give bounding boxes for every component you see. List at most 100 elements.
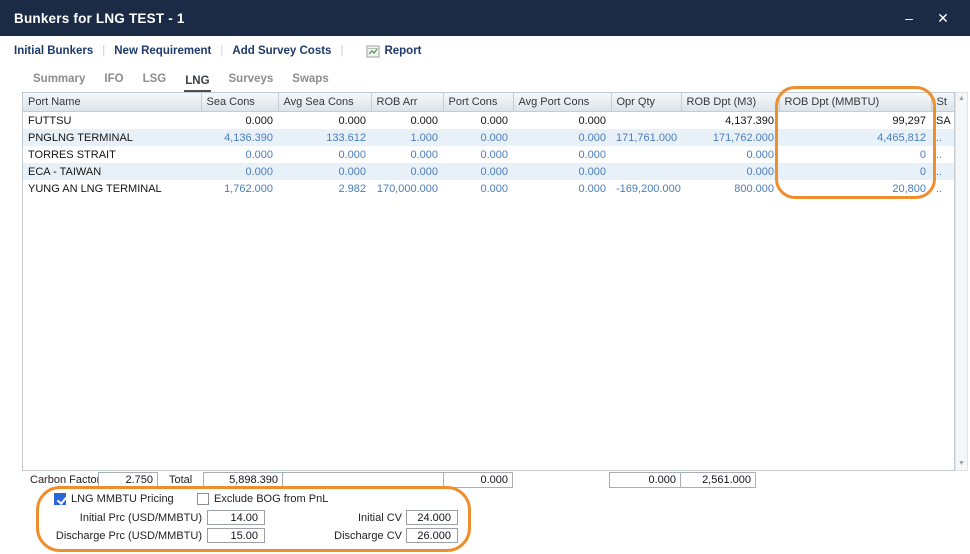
add-survey-costs-button[interactable]: Add Survey Costs xyxy=(232,45,331,57)
tab-lng[interactable]: LNG xyxy=(184,75,210,92)
table-cell[interactable]: 800.000 xyxy=(681,180,779,197)
table-cell[interactable]: 0.000 xyxy=(278,112,371,130)
table-cell[interactable]: 170,000.000 xyxy=(371,180,443,197)
table-cell[interactable]: 0.000 xyxy=(681,163,779,180)
table-cell[interactable]: 4,137.390 xyxy=(681,112,779,130)
toolbar-separator: | xyxy=(220,45,223,57)
table-cell[interactable] xyxy=(611,163,681,180)
carbon-factor-value[interactable]: 2.750 xyxy=(98,472,158,488)
column-header[interactable]: ROB Arr xyxy=(371,93,443,112)
table-row: ECA - TAIWAN0.0000.0000.0000.0000.0000.0… xyxy=(23,163,954,180)
report-label: Report xyxy=(384,45,421,57)
column-header[interactable]: Sea Cons xyxy=(201,93,278,112)
table-cell[interactable]: 0.000 xyxy=(371,146,443,163)
titlebar: Bunkers for LNG TEST - 1 – ✕ xyxy=(0,0,970,36)
table-cell[interactable]: 1.000 xyxy=(371,129,443,146)
tab-swaps[interactable]: Swaps xyxy=(291,73,329,92)
checkbox-icon[interactable] xyxy=(54,493,66,505)
column-header[interactable]: Avg Port Cons xyxy=(513,93,611,112)
column-header[interactable]: ROB Dpt (MMBTU) xyxy=(779,93,931,112)
table-cell[interactable]: PNGLNG TERMINAL xyxy=(23,129,201,146)
initial-cv-field[interactable] xyxy=(406,510,458,525)
column-header[interactable]: ROB Dpt (M3) xyxy=(681,93,779,112)
table-cell[interactable]: 20,800 xyxy=(779,180,931,197)
table-cell[interactable]: 171,762.000 xyxy=(681,129,779,146)
exclude-bog-checkbox[interactable]: Exclude BOG from PnL xyxy=(197,493,328,505)
discharge-prc-field[interactable] xyxy=(207,528,265,543)
table-cell[interactable]: 0.000 xyxy=(201,112,278,130)
close-button[interactable]: ✕ xyxy=(926,0,960,36)
column-header[interactable]: St xyxy=(931,93,954,112)
table-cell[interactable]: 0 xyxy=(779,163,931,180)
column-header[interactable]: Port Cons xyxy=(443,93,513,112)
table-cell[interactable]: 1,762.000 xyxy=(201,180,278,197)
new-requirement-button[interactable]: New Requirement xyxy=(114,45,211,57)
scroll-down-icon[interactable]: ▼ xyxy=(956,458,967,470)
tab-lsg[interactable]: LSG xyxy=(142,73,168,92)
table-cell[interactable]: FUTTSU xyxy=(23,112,201,130)
table-cell[interactable]: 0.000 xyxy=(278,163,371,180)
total-sea-cons-value: 5,898.390 xyxy=(203,472,283,488)
initial-bunkers-button[interactable]: Initial Bunkers xyxy=(14,45,93,57)
tab-ifo[interactable]: IFO xyxy=(103,73,124,92)
table-cell[interactable]: 0.000 xyxy=(513,112,611,130)
table-cell[interactable]: .. xyxy=(931,129,954,146)
tab-surveys[interactable]: Surveys xyxy=(228,73,275,92)
table-cell[interactable]: 0.000 xyxy=(443,112,513,130)
table-cell[interactable]: .. xyxy=(931,180,954,197)
table-cell[interactable]: ECA - TAIWAN xyxy=(23,163,201,180)
table-body: FUTTSU0.0000.0000.0000.0000.0004,137.390… xyxy=(23,112,954,198)
table-cell[interactable]: 0.000 xyxy=(443,146,513,163)
table-cell[interactable]: TORRES STRAIT xyxy=(23,146,201,163)
table-cell[interactable]: 133.612 xyxy=(278,129,371,146)
table-cell[interactable]: SA xyxy=(931,112,954,130)
table-cell[interactable]: .. xyxy=(931,146,954,163)
vertical-scrollbar[interactable]: ▲ ▼ xyxy=(955,92,968,471)
initial-cv-label: Initial CV xyxy=(290,512,402,524)
totals-row: Carbon Factor 2.750 Total 5,898.390 0.00… xyxy=(22,471,955,491)
report-button[interactable]: Report xyxy=(366,45,421,58)
table-cell[interactable]: 0.000 xyxy=(371,163,443,180)
table-cell[interactable]: 0.000 xyxy=(513,180,611,197)
table-cell[interactable]: 0.000 xyxy=(681,146,779,163)
total-label: Total xyxy=(169,474,192,486)
checkbox-icon[interactable] xyxy=(197,493,209,505)
initial-prc-field[interactable] xyxy=(207,510,265,525)
bunkers-grid: Port NameSea ConsAvg Sea ConsROB ArrPort… xyxy=(22,92,955,471)
lng-pricing-panel: LNG MMBTU Pricing Exclude BOG from PnL I… xyxy=(40,491,472,551)
tab-summary[interactable]: Summary xyxy=(32,73,86,92)
table-cell[interactable]: .. xyxy=(931,163,954,180)
table-row: TORRES STRAIT0.0000.0000.0000.0000.0000.… xyxy=(23,146,954,163)
table-cell[interactable]: 0 xyxy=(779,146,931,163)
totals-empty-box xyxy=(282,472,444,488)
table-cell[interactable] xyxy=(611,112,681,130)
table-cell[interactable]: 0.000 xyxy=(443,180,513,197)
table-cell[interactable]: 4,136.390 xyxy=(201,129,278,146)
table-cell[interactable]: 0.000 xyxy=(201,163,278,180)
table-cell[interactable]: YUNG AN LNG TERMINAL xyxy=(23,180,201,197)
table-cell[interactable]: 0.000 xyxy=(513,163,611,180)
minimize-button[interactable]: – xyxy=(892,0,926,36)
table-cell[interactable]: 4,465,812 xyxy=(779,129,931,146)
table-cell[interactable]: 0.000 xyxy=(278,146,371,163)
column-header[interactable]: Opr Qty xyxy=(611,93,681,112)
tab-bar: Summary IFO LSG LNG Surveys Swaps xyxy=(0,66,970,92)
discharge-cv-field[interactable] xyxy=(406,528,458,543)
table-cell[interactable]: 171,761.000 xyxy=(611,129,681,146)
table-cell[interactable]: 0.000 xyxy=(513,146,611,163)
table-cell[interactable]: 2.982 xyxy=(278,180,371,197)
bunkers-table: Port NameSea ConsAvg Sea ConsROB ArrPort… xyxy=(23,93,954,197)
table-cell[interactable]: 0.000 xyxy=(443,163,513,180)
table-cell[interactable]: 0.000 xyxy=(201,146,278,163)
table-cell[interactable]: -169,200.000 xyxy=(611,180,681,197)
table-cell[interactable]: 0.000 xyxy=(443,129,513,146)
column-header[interactable]: Avg Sea Cons xyxy=(278,93,371,112)
scroll-up-icon[interactable]: ▲ xyxy=(956,93,967,105)
table-cell[interactable]: 0.000 xyxy=(513,129,611,146)
table-cell[interactable]: 0.000 xyxy=(371,112,443,130)
lng-mmbtu-pricing-checkbox[interactable]: LNG MMBTU Pricing xyxy=(54,493,174,505)
table-cell[interactable] xyxy=(611,146,681,163)
column-header[interactable]: Port Name xyxy=(23,93,201,112)
table-cell[interactable]: 99,297 xyxy=(779,112,931,130)
lng-mmbtu-pricing-label: LNG MMBTU Pricing xyxy=(71,493,174,505)
